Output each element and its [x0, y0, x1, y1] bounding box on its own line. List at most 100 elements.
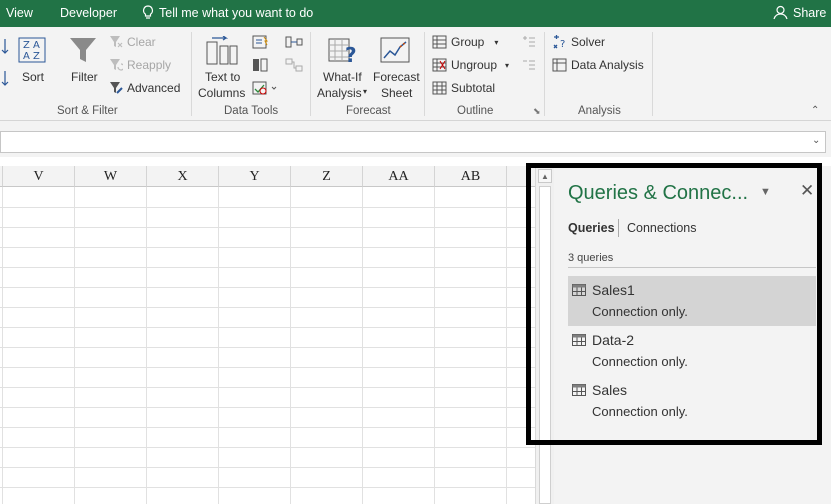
grid-line [0, 347, 535, 348]
tab-queries[interactable]: Queries [568, 221, 615, 235]
group-dropdown-icon: ▾ [494, 37, 499, 47]
tab-developer[interactable]: Developer [60, 6, 117, 20]
reapply-button[interactable]: Reapply [109, 58, 171, 72]
ribbon-separator [191, 32, 192, 116]
data-analysis-button[interactable]: Data Analysis [552, 58, 644, 72]
consolidate-button[interactable] [285, 35, 303, 52]
filter-button[interactable] [69, 37, 97, 68]
share-button[interactable]: Share [773, 5, 826, 20]
what-if-analysis-button[interactable]: ? [328, 36, 360, 69]
group-button[interactable]: Group ▾ [432, 35, 498, 49]
hide-detail-icon [523, 60, 535, 70]
forecast-sheet-button[interactable] [380, 36, 410, 69]
analysis-group-label: Analysis [578, 105, 621, 117]
reapply-icon [110, 59, 123, 71]
ungroup-button[interactable]: Ungroup ▾ [432, 58, 509, 72]
outline-dialog-launcher-icon[interactable]: ⬊ [533, 106, 541, 117]
close-icon[interactable]: ✕ [800, 181, 814, 201]
worksheet-grid[interactable]: V W X Y Z AA AB [0, 166, 535, 504]
filter-label[interactable]: Filter [71, 70, 98, 84]
pane-options-dropdown-icon[interactable]: ▼ [760, 186, 771, 198]
outline-group-label: Outline [457, 105, 494, 117]
grid-line [0, 207, 535, 208]
svg-text:?: ? [560, 39, 565, 49]
column-header-ab[interactable]: AB [435, 166, 507, 187]
sort-filter-group-label: Sort & Filter [57, 105, 118, 117]
consolidate-icon [285, 36, 303, 48]
pane-title: Queries & Connec... [568, 182, 749, 204]
svg-text:A: A [33, 40, 40, 51]
ribbon-separator [310, 32, 311, 116]
data-analysis-label: Data Analysis [571, 58, 644, 72]
ribbon-separator [652, 32, 653, 116]
tab-view[interactable]: View [6, 6, 33, 20]
solver-button[interactable]: ? Solver [552, 35, 605, 49]
column-header-y[interactable]: Y [219, 166, 291, 187]
grid-line [218, 187, 219, 504]
column-header-z[interactable]: Z [291, 166, 363, 187]
sort-button[interactable]: ZAAZ [18, 37, 46, 66]
data-analysis-icon [552, 58, 567, 72]
column-header-v[interactable]: V [3, 166, 75, 187]
column-header-ac-partial[interactable] [507, 166, 535, 187]
column-header-w[interactable]: W [75, 166, 147, 187]
formula-input[interactable] [0, 131, 826, 153]
remove-duplicates-button[interactable] [252, 58, 268, 75]
what-if-icon: ? [328, 38, 357, 67]
flash-fill-icon [252, 35, 268, 49]
query-item[interactable]: Sales1 Connection only. [568, 276, 816, 326]
group-label: Group [451, 35, 485, 49]
forecast-sheet-label-2[interactable]: Sheet [381, 86, 412, 100]
subtotal-label: Subtotal [451, 81, 496, 95]
tell-me-search[interactable]: Tell me what you want to do [142, 5, 313, 20]
expand-formula-bar-icon[interactable]: ⌄ [812, 135, 820, 146]
group-icon [432, 35, 447, 49]
clear-button[interactable]: Clear [109, 35, 156, 49]
text-to-columns-label-1[interactable]: Text to [205, 70, 240, 84]
what-if-label-2[interactable]: Analysis [317, 86, 362, 100]
text-to-columns-label-2[interactable]: Columns [198, 86, 245, 100]
grid-line [0, 307, 535, 308]
what-if-label-1[interactable]: What-If [323, 70, 362, 84]
relationships-icon [285, 58, 303, 72]
data-validation-button[interactable] [252, 81, 278, 98]
vertical-scrollbar[interactable]: ▲ [535, 166, 554, 504]
query-item[interactable]: Sales Connection only. [568, 376, 816, 426]
reapply-label: Reapply [127, 58, 172, 72]
ungroup-label: Ungroup [451, 58, 498, 72]
scroll-up-arrow-icon[interactable]: ▲ [538, 169, 552, 183]
subtotal-button[interactable]: Subtotal [432, 81, 495, 95]
svg-text:?: ? [345, 43, 357, 66]
column-header-x[interactable]: X [147, 166, 219, 187]
show-detail-button[interactable] [521, 35, 535, 50]
ribbon-separator [544, 32, 545, 116]
tab-connections[interactable]: Connections [627, 221, 697, 235]
svg-text:Z: Z [23, 40, 30, 51]
solver-label: Solver [571, 35, 606, 49]
column-header-aa[interactable]: AA [363, 166, 435, 187]
clear-label: Clear [127, 35, 156, 49]
advanced-button[interactable]: Advanced [109, 81, 180, 95]
grid-line [146, 187, 147, 504]
advanced-label: Advanced [127, 81, 181, 95]
table-icon [572, 384, 586, 396]
text-to-columns-icon [206, 35, 238, 65]
text-to-columns-button[interactable] [206, 35, 238, 69]
svg-text:A: A [23, 51, 30, 62]
hide-detail-button[interactable] [521, 58, 535, 73]
sort-ascending-button[interactable] [0, 37, 10, 90]
query-item[interactable]: Data-2 Connection only. [568, 326, 816, 376]
relationships-button[interactable] [285, 58, 303, 75]
ribbon-tab-bar: View Developer Tell me what you want to … [0, 0, 831, 27]
grid-line [0, 227, 535, 228]
sort-arrow-icon [1, 39, 9, 86]
flash-fill-button[interactable] [252, 35, 268, 52]
solver-icon: ? [553, 35, 565, 49]
sort-label[interactable]: Sort [22, 70, 44, 84]
forecast-sheet-label-1[interactable]: Forecast [373, 70, 420, 84]
remove-duplicates-icon [253, 58, 268, 72]
what-if-dropdown-icon[interactable]: ▾ [363, 87, 367, 96]
scrollbar-thumb[interactable] [539, 186, 551, 504]
collapse-ribbon-icon[interactable]: ⌃ [811, 105, 819, 116]
grid-line [0, 447, 535, 448]
